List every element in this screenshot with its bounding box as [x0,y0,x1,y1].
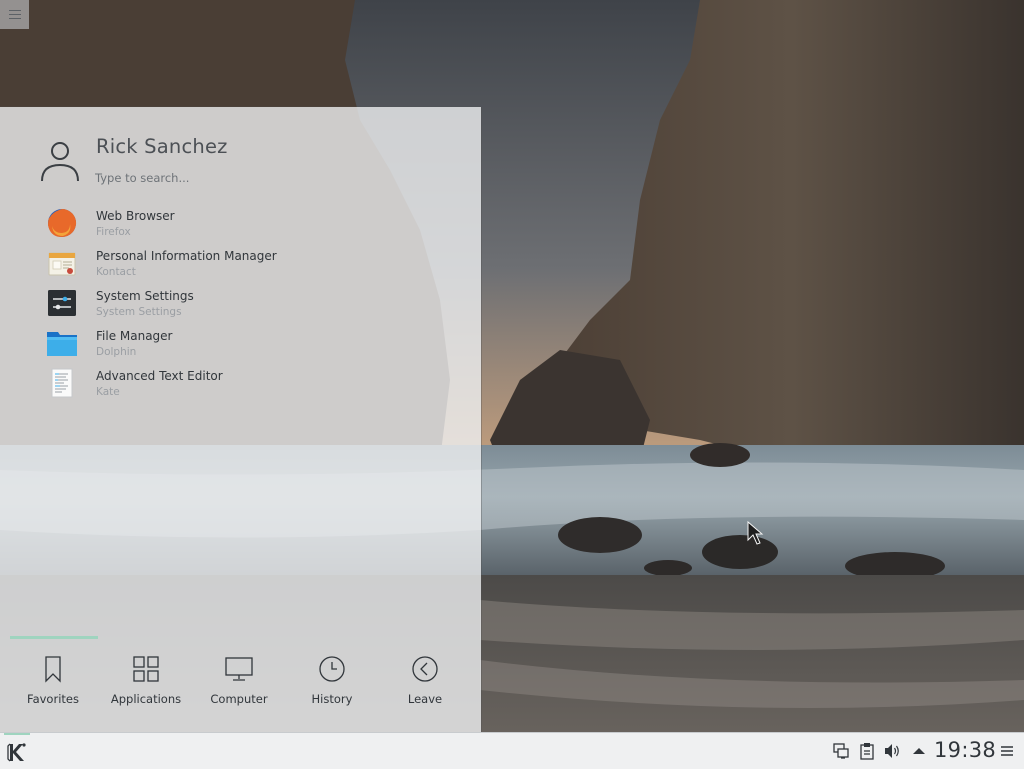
firefox-icon [48,208,77,237]
user-avatar-icon[interactable] [40,139,80,183]
hamburger-icon [8,13,21,16]
tab-label: Applications [110,692,182,706]
favorite-item-web-browser[interactable]: Web Browser Firefox [40,204,460,244]
expand-tray-icon[interactable] [910,742,928,760]
kontact-icon [48,252,76,276]
network-icon[interactable] [832,742,850,760]
favorite-app: Dolphin [96,346,137,358]
desktop-toolbox-button[interactable] [0,0,29,29]
tab-leave[interactable]: Leave [379,647,471,717]
grid-icon [133,656,159,682]
digital-clock[interactable]: 19:38 [934,738,996,762]
tab-label: Computer [210,692,268,706]
favorite-name: System Settings [96,289,194,303]
clock-icon [319,656,345,682]
favorites-list: Web Browser Firefox Personal Information… [40,204,460,404]
favorite-item-system-settings[interactable]: System Settings System Settings [40,284,460,324]
favorite-item-personal-information-manager[interactable]: Personal Information Manager Kontact [40,244,460,284]
tab-computer[interactable]: Computer [193,647,285,717]
user-header: Rick Sanchez [40,135,460,195]
system-settings-icon [48,290,76,316]
tab-favorites[interactable]: Favorites [7,647,99,717]
favorite-name: Web Browser [96,209,175,223]
favorite-app: System Settings [96,306,182,318]
back-arrow-icon [412,656,438,682]
favorite-name: Advanced Text Editor [96,369,223,383]
taskbar-panel: 19:38 [0,732,1024,769]
volume-icon[interactable] [883,742,901,760]
launcher-tabs: Favorites Applications Computer History … [7,647,473,717]
tab-history[interactable]: History [286,647,378,717]
tab-applications[interactable]: Applications [100,647,192,717]
active-tab-indicator [10,636,98,639]
folder-icon [47,332,77,356]
favorite-app: Firefox [96,226,131,238]
monitor-icon [225,657,253,681]
favorite-name: File Manager [96,329,173,343]
clipboard-icon[interactable] [858,742,876,760]
favorite-item-file-manager[interactable]: File Manager Dolphin [40,324,460,364]
tab-label: Leave [407,692,443,706]
favorite-item-advanced-text-editor[interactable]: Advanced Text Editor Kate [40,364,460,404]
user-name: Rick Sanchez [96,135,228,158]
favorite-name: Personal Information Manager [96,249,277,263]
text-editor-icon [51,368,73,398]
tab-label: History [311,692,353,706]
launcher-active-indicator [4,733,30,735]
panel-options-icon[interactable] [1000,744,1014,758]
search-input[interactable] [95,169,435,187]
application-launcher: Rick Sanchez Web Browser Firefox Persona… [0,107,481,732]
kde-logo-icon[interactable] [4,739,30,765]
tab-label: Favorites [27,692,79,706]
favorite-app: Kate [96,386,120,398]
bookmark-icon [45,656,61,683]
favorite-app: Kontact [96,266,136,278]
